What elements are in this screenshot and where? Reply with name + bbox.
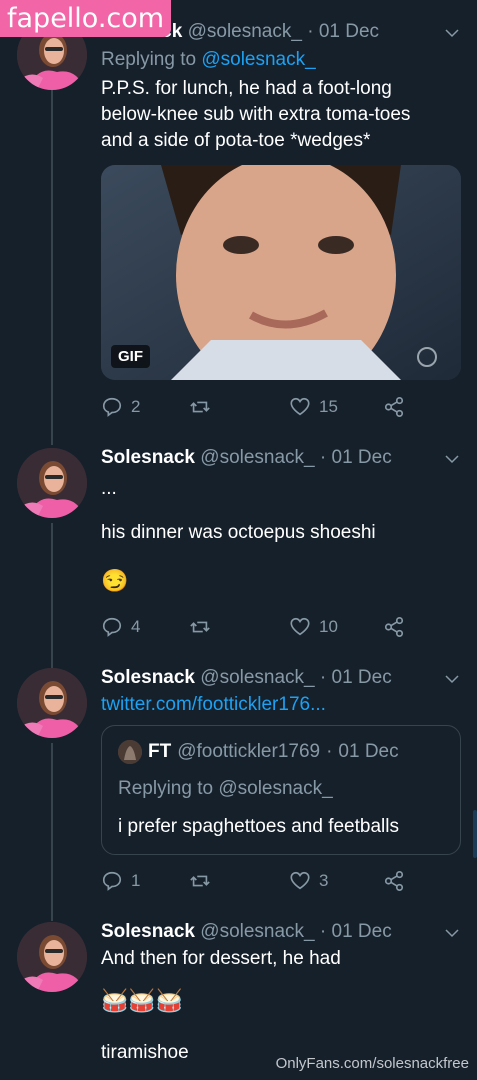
tweet-text-line: P.P.S. for lunch, he had a foot-long [101, 78, 392, 99]
quoted-tweet-header: FT @foottickler1769 · 01 Dec [118, 740, 399, 764]
quoted-display-name[interactable]: FT [148, 741, 171, 763]
tweet-header: Solesnack @solesnack_ · 01 Dec [101, 446, 459, 470]
handle[interactable]: @solesnack_ [188, 21, 302, 42]
like-count: 15 [319, 397, 338, 416]
reply-icon [102, 617, 122, 637]
display-name[interactable]: Solesnack [101, 667, 195, 688]
quoted-handle[interactable]: @foottickler1769 [177, 741, 320, 763]
separator-dot: · [319, 447, 327, 468]
replying-to-label: Replying to [101, 49, 197, 70]
gif-media[interactable]: GIF [101, 165, 461, 380]
heart-icon [290, 397, 310, 416]
reply-count: 4 [131, 617, 141, 636]
tweet-text-line: and a side of pota-toe *wedges* [101, 130, 371, 151]
chevron-down-icon[interactable] [443, 450, 461, 468]
reply-icon [102, 397, 122, 417]
scrollbar[interactable] [473, 810, 477, 858]
tweet-date[interactable]: 01 Dec [332, 921, 392, 942]
quoted-tweet-text: i prefer spaghettoes and feetballs [118, 816, 399, 837]
heart-icon [290, 617, 310, 636]
handle[interactable]: @solesnack_ [200, 447, 314, 468]
like-button[interactable]: 3 [289, 867, 328, 895]
retweet-button[interactable] [189, 393, 211, 421]
quoted-date: 01 Dec [338, 741, 399, 762]
reply-button[interactable]: 2 [101, 393, 140, 421]
watermark-text: OnlyFans.com/solesnackfree [275, 1055, 469, 1072]
tweet-actions: 2 15 [101, 393, 441, 421]
reply-count: 2 [131, 397, 141, 416]
tweet-date[interactable]: 01 Dec [332, 667, 392, 688]
like-button[interactable]: 15 [289, 393, 338, 421]
quoted-avatar [118, 740, 142, 764]
share-button[interactable] [383, 613, 405, 641]
heart-icon [290, 871, 310, 890]
retweet-icon [190, 875, 210, 887]
display-name[interactable]: Solesnack [101, 447, 195, 468]
handle[interactable]: @solesnack_ [200, 921, 314, 942]
chevron-down-icon[interactable] [443, 924, 461, 942]
tweet[interactable]: Solesnack @solesnack_ · 01 Dec twitter.c… [0, 660, 477, 910]
mention-link[interactable]: @solesnack_ [201, 49, 315, 70]
retweet-icon [190, 621, 210, 633]
avatar[interactable] [17, 668, 87, 738]
tweet-actions: 4 10 [101, 613, 441, 641]
share-button[interactable] [383, 867, 405, 895]
like-count: 10 [319, 617, 338, 636]
chevron-down-icon[interactable] [443, 670, 461, 688]
quoted-tweet[interactable]: FT @foottickler1769 · 01 Dec Replying to… [101, 725, 461, 855]
retweet-icon [190, 401, 210, 413]
separator-dot: · [307, 21, 314, 42]
separator-dot: · [326, 741, 333, 762]
share-icon [384, 871, 404, 891]
avatar[interactable] [17, 448, 87, 518]
tweet[interactable]: Solesnack @solesnack_ · 01 Dec ... his d… [0, 440, 477, 660]
tweet-header: Solesnack @solesnack_ · 01 Dec [101, 666, 459, 690]
mention-link: @solesnack_ [218, 778, 333, 799]
chevron-down-icon[interactable] [443, 24, 461, 42]
display-name[interactable]: Solesnack [101, 921, 195, 942]
tweet-date[interactable]: 01 Dec [319, 21, 379, 42]
reply-button[interactable]: 4 [101, 613, 140, 641]
gif-badge: GIF [111, 345, 150, 368]
tweet-text-line: ... [101, 478, 117, 499]
tweet-text: ... his dinner was octoepus shoeshi 😏 [101, 476, 459, 594]
replying-to: Replying to @solesnack_ [101, 48, 459, 72]
separator-dot: · [319, 921, 327, 942]
share-button[interactable] [383, 393, 405, 421]
reply-icon [102, 871, 122, 891]
reply-count: 1 [131, 871, 141, 890]
reply-button[interactable]: 1 [101, 867, 140, 895]
quoted-replying-to: Replying to @solesnack_ [118, 778, 333, 800]
tweet-text: P.P.S. for lunch, he had a foot-long bel… [101, 76, 459, 154]
drum-emoji: 🥁🥁🥁 [101, 988, 184, 1013]
like-button[interactable]: 10 [289, 613, 338, 641]
avatar[interactable] [17, 922, 87, 992]
watermark-logo: fapello.com [0, 0, 172, 37]
tweet-header: Solesnack @solesnack_ · 01 Dec [101, 920, 459, 944]
tweet-date[interactable]: 01 Dec [332, 447, 392, 468]
tweet-text-line: And then for dessert, he had [101, 948, 341, 969]
tweet-actions: 1 3 [101, 867, 441, 895]
tweet-text: And then for dessert, he had 🥁🥁🥁 tiramis… [101, 946, 459, 1066]
tweet[interactable]: nack @solesnack_ · 01 Dec Replying to @s… [0, 0, 477, 430]
tweet-text-line: below-knee sub with extra toma-toes [101, 104, 411, 125]
handle[interactable]: @solesnack_ [200, 667, 314, 688]
replying-to-label: Replying to [118, 778, 214, 799]
retweet-button[interactable] [189, 613, 211, 641]
separator-dot: · [319, 667, 327, 688]
tweet-text-line: his dinner was octoepus shoeshi [101, 522, 376, 543]
smirk-emoji: 😏 [101, 568, 129, 593]
share-icon [384, 397, 404, 417]
tweet-link[interactable]: twitter.com/foottickler176... [101, 692, 459, 718]
retweet-button[interactable] [189, 867, 211, 895]
share-icon [384, 617, 404, 637]
like-count: 3 [319, 871, 329, 890]
